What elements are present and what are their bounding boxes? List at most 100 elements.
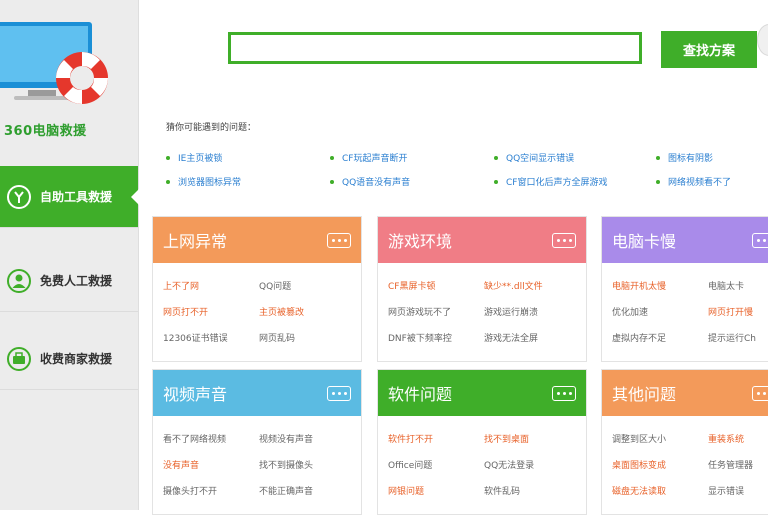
card-link[interactable]: 网银问题 xyxy=(388,484,424,497)
card-link[interactable]: 电脑开机太慢 xyxy=(612,279,666,292)
logo-text: 360电脑救援 xyxy=(4,124,87,139)
card-link[interactable]: 12306证书错误 xyxy=(163,331,228,344)
card-links: 上不了网 QQ问题网页打不开 主页被篡改 12306证书错误 网页乱码 xyxy=(153,263,361,344)
suggest-link[interactable]: 浏览器图标异常 xyxy=(166,175,241,188)
sidebar-item-label: 自助工具救援 xyxy=(40,190,113,204)
bullet-icon xyxy=(166,179,170,184)
card-header[interactable]: 软件问题 xyxy=(378,370,586,416)
card-link[interactable]: 调整到区大小 xyxy=(612,432,666,445)
bullet-icon xyxy=(656,179,660,184)
card-links: 软件打不开 找不到桌面 Office问题 QQ无法登录网银问题 软件乱码 xyxy=(378,416,586,497)
card-header[interactable]: 其他问题 xyxy=(602,370,768,416)
card-link[interactable]: 没有声音 xyxy=(163,458,199,471)
card-link[interactable]: 上不了网 xyxy=(163,279,199,292)
card-links: CF黑屏卡顿 缺少**.dll文件网页游戏玩不了 游戏运行崩溃 DNF被下频率控 游戏无… xyxy=(378,263,586,344)
category-card: 视频声音 看不了网络视频 视频没有声音没有声音 找不到摄像头摄像头打不开 不能正确声音 xyxy=(152,369,362,515)
more-icon[interactable] xyxy=(752,232,768,248)
suggest-link[interactable]: CF玩起声音断开 xyxy=(330,151,407,164)
card-link[interactable]: 软件打不开 xyxy=(388,432,433,445)
card-title: 电脑卡慢 xyxy=(612,232,677,251)
more-icon[interactable] xyxy=(327,232,351,248)
suggest-link[interactable]: QQ空间显示错误 xyxy=(494,151,574,164)
category-card: 上网异常 上不了网 QQ问题网页打不开 主页被篡改 12306证书错误 网页乱码 xyxy=(152,216,362,362)
category-card: 游戏环境 CF黑屏卡顿 缺少**.dll文件网页游戏玩不了 游戏运行崩溃 DNF被下频… xyxy=(377,216,587,362)
search-input[interactable] xyxy=(228,32,642,64)
card-link[interactable]: 网页打开慢 xyxy=(708,305,753,318)
card-link[interactable]: 找不到摄像头 xyxy=(259,458,313,471)
card-link[interactable]: 看不了网络视频 xyxy=(163,432,226,445)
sidebar-item-free-manual[interactable]: 免费人工救援 xyxy=(0,250,138,312)
card-link[interactable]: 网页乱码 xyxy=(259,331,295,344)
card-link[interactable]: 不能正确声音 xyxy=(259,484,313,497)
card-link[interactable]: Office问题 xyxy=(388,458,432,471)
card-link[interactable]: 游戏运行崩溃 xyxy=(484,305,538,318)
bullet-icon xyxy=(166,155,170,160)
suggest-link[interactable]: 图标有阴影 xyxy=(656,151,713,164)
computer-lifebuoy-logo-icon xyxy=(0,22,108,104)
card-title: 游戏环境 xyxy=(388,232,453,251)
suggest-title: 猜你可能遇到的问题： xyxy=(166,123,257,133)
sidebar-item-label: 收费商家救援 xyxy=(40,352,113,366)
bullet-icon xyxy=(494,155,498,160)
category-card: 其他问题 调整到区大小 重装系统桌面图标变成 任务管理器磁盘无法读取 显示错误 xyxy=(601,369,768,515)
bullet-icon xyxy=(330,155,334,160)
sidebar-item-label: 免费人工救援 xyxy=(40,274,113,288)
card-link[interactable]: CF黑屏卡顿 xyxy=(388,279,435,292)
card-link[interactable]: 虚拟内存不足 xyxy=(612,331,666,344)
suggest-link[interactable]: QQ语音没有声音 xyxy=(330,175,410,188)
category-card: 电脑卡慢 电脑开机太慢 电脑太卡优化加速 网页打开慢虚拟内存不足 提示运行Ch xyxy=(601,216,768,362)
card-link[interactable]: 电脑太卡 xyxy=(708,279,744,292)
card-link[interactable]: DNF被下频率控 xyxy=(388,331,452,344)
corner-avatar[interactable] xyxy=(757,24,768,56)
card-link[interactable]: 显示错误 xyxy=(708,484,744,497)
card-title: 上网异常 xyxy=(163,232,228,251)
card-links: 看不了网络视频 视频没有声音没有声音 找不到摄像头摄像头打不开 不能正确声音 xyxy=(153,416,361,497)
merchant-icon xyxy=(7,346,31,371)
card-link[interactable]: 缺少**.dll文件 xyxy=(484,279,543,292)
card-link[interactable]: 提示运行Ch xyxy=(708,331,756,344)
card-header[interactable]: 视频声音 xyxy=(153,370,361,416)
bullet-icon xyxy=(494,179,498,184)
card-title: 其他问题 xyxy=(612,385,677,404)
sidebar-item-paid-merchant[interactable]: 收费商家救援 xyxy=(0,328,138,390)
card-link[interactable]: QQ问题 xyxy=(259,279,291,292)
card-link[interactable]: 优化加速 xyxy=(612,305,648,318)
card-title: 软件问题 xyxy=(388,385,453,404)
card-link[interactable]: 游戏无法全屏 xyxy=(484,331,538,344)
sidebar-item-self-help[interactable]: 自助工具救援 xyxy=(0,166,139,228)
more-icon[interactable] xyxy=(752,385,768,401)
card-link[interactable]: QQ无法登录 xyxy=(484,458,534,471)
person-icon xyxy=(7,268,31,293)
card-links: 电脑开机太慢 电脑太卡优化加速 网页打开慢虚拟内存不足 提示运行Ch xyxy=(602,263,768,344)
card-header[interactable]: 游戏环境 xyxy=(378,217,586,263)
card-link[interactable]: 桌面图标变成 xyxy=(612,458,666,471)
card-link[interactable]: 视频没有声音 xyxy=(259,432,313,445)
bullet-icon xyxy=(656,155,660,160)
card-link[interactable]: 网页游戏玩不了 xyxy=(388,305,451,318)
logo-area: 360电脑救援 xyxy=(0,0,138,150)
tool-icon xyxy=(7,184,31,209)
bullet-icon xyxy=(330,179,334,184)
suggest-link[interactable]: CF窗口化后声方全屏游戏 xyxy=(494,175,607,188)
more-icon[interactable] xyxy=(552,385,576,401)
card-links: 调整到区大小 重装系统桌面图标变成 任务管理器磁盘无法读取 显示错误 xyxy=(602,416,768,497)
card-link[interactable]: 摄像头打不开 xyxy=(163,484,217,497)
card-link[interactable]: 任务管理器 xyxy=(708,458,753,471)
more-icon[interactable] xyxy=(552,232,576,248)
card-link[interactable]: 找不到桌面 xyxy=(484,432,529,445)
card-link[interactable]: 磁盘无法读取 xyxy=(612,484,666,497)
category-card: 软件问题 软件打不开 找不到桌面 Office问题 QQ无法登录网银问题 软件乱码 xyxy=(377,369,587,515)
more-icon[interactable] xyxy=(327,385,351,401)
card-header[interactable]: 上网异常 xyxy=(153,217,361,263)
card-header[interactable]: 电脑卡慢 xyxy=(602,217,768,263)
card-link[interactable]: 重装系统 xyxy=(708,432,744,445)
card-title: 视频声音 xyxy=(163,385,228,404)
card-link[interactable]: 软件乱码 xyxy=(484,484,520,497)
search-button[interactable]: 查找方案 xyxy=(661,31,757,68)
card-link[interactable]: 主页被篡改 xyxy=(259,305,304,318)
suggest-link[interactable]: 网络视频看不了 xyxy=(656,175,731,188)
sidebar: 360电脑救援 自助工具救援 免费人工救援 收费商家救援 xyxy=(0,0,139,510)
suggest-link[interactable]: IE主页被锁 xyxy=(166,151,222,164)
active-arrow-icon xyxy=(131,189,139,205)
card-link[interactable]: 网页打不开 xyxy=(163,305,208,318)
